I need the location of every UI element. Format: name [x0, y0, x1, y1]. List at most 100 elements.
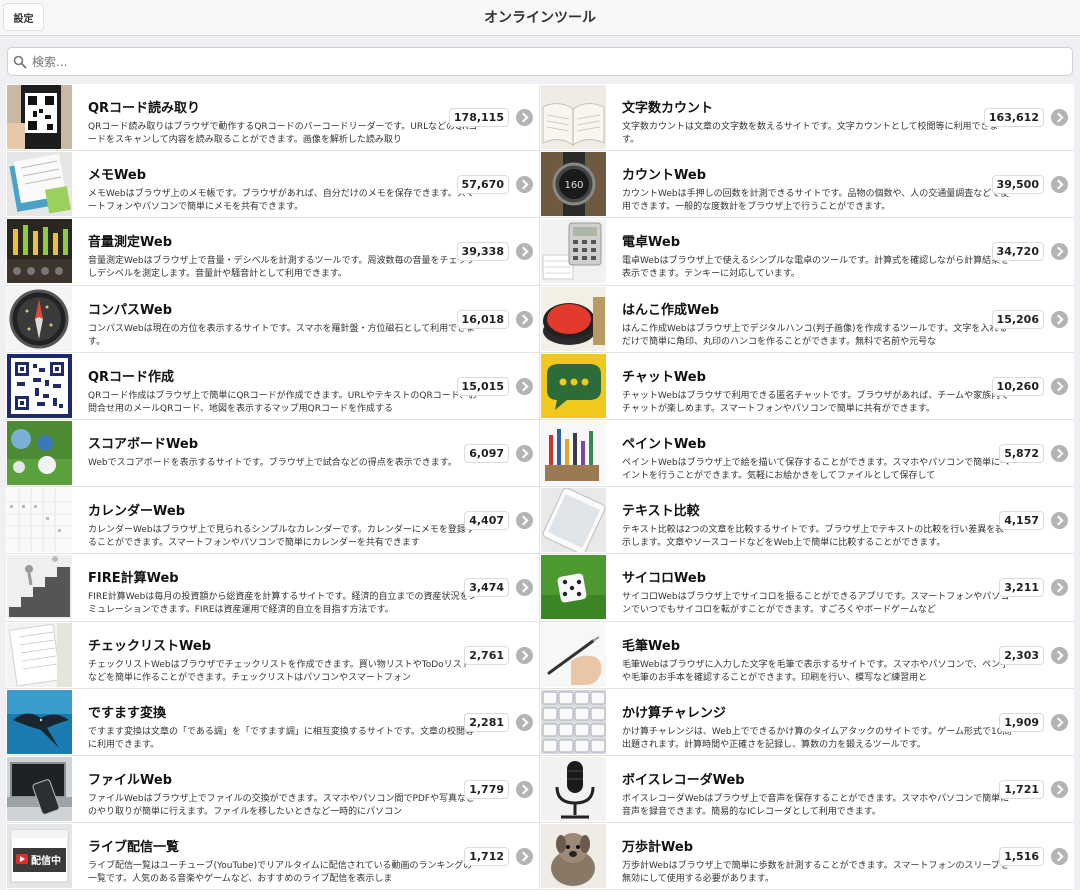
manta-ray-icon	[7, 689, 72, 754]
count-badge: 10,260	[991, 376, 1044, 396]
chevron-right-icon[interactable]	[1051, 243, 1068, 261]
tool-list-item[interactable]: 万歩計Web 万歩計Webはブラウザ上で簡単に歩数を計測することができます。スマー…	[540, 823, 1074, 890]
tool-list-item[interactable]: ファイルWeb ファイルWebはブラウザ上でファイルの交換ができます。スマホやパソ…	[6, 755, 540, 824]
open-book-icon	[541, 85, 606, 149]
tool-list-item[interactable]: かけ算チャレンジかけ算チャレンジは、Web上でできるかけ算のタイムアタックのサイ…	[540, 688, 1074, 756]
tool-title: 万歩計Web	[622, 840, 693, 856]
chevron-right-icon[interactable]	[1051, 848, 1068, 866]
laptop-phone-icon	[7, 756, 72, 821]
tool-list-item[interactable]: FIRE計算Web FIRE計算Webは毎月の投資額から総資産を計算するサイトです…	[6, 554, 540, 622]
chevron-right-icon[interactable]	[516, 848, 533, 866]
tool-list-item[interactable]: QRコード作成 QRコード作成はブラウザ上で簡単にQRコードが作成できます。URL…	[6, 352, 540, 420]
tool-list-item[interactable]: ペイントWeb ペイントWebはブラウザ上で絵を描いて保存することができます。スマ…	[540, 419, 1074, 488]
chevron-right-icon[interactable]	[516, 444, 533, 462]
chevron-right-icon[interactable]	[516, 646, 533, 664]
tool-description: ファイルWebはブラウザ上でファイルの交換ができます。スマホやパソコン間でPDF…	[88, 793, 475, 817]
compass-icon	[7, 286, 72, 351]
tool-description: かけ算チャレンジは、Web上でできるかけ算のタイムアタックのサイトです。ゲーム形…	[622, 726, 1012, 750]
count-badge: 1,712	[464, 847, 509, 867]
tool-list-item[interactable]: 音量測定Web 音量測定Webはブラウザ上で音量・デシベルを計測するツールです。周…	[6, 218, 540, 286]
dog-icon	[541, 824, 606, 889]
tool-description: ボイスレコーダWebはブラウザ上で音声を保存することができます。スマホやパソコン…	[622, 793, 1010, 817]
chevron-right-icon[interactable]	[516, 713, 533, 731]
chevron-right-icon[interactable]	[1051, 579, 1068, 597]
count-badge: 2,281	[464, 712, 509, 732]
tool-list-item[interactable]: 160 カウントWeb カウントWebは手押しの回数を計測できるサイトです。品物の個…	[540, 151, 1074, 219]
tool-description: はんこ作成Webはブラウザ上でデジタルハンコ(判子画像)を作成するツールです。文…	[622, 323, 1008, 347]
chevron-right-icon[interactable]	[516, 243, 533, 261]
count-badge: 34,720	[991, 242, 1044, 262]
search-bar[interactable]	[7, 47, 1073, 76]
tool-description: チェックリストWebはブラウザでチェックリストを作成できます。買い物リストやTo…	[88, 659, 471, 683]
tool-list-item[interactable]: テキスト比較 テキスト比較は2つの文章を比較するサイトです。ブラウザ上でテキストの…	[540, 487, 1074, 555]
tool-title: ライブ配信一覧	[88, 840, 180, 856]
chevron-right-icon[interactable]	[1051, 377, 1068, 395]
tool-title: スコアボードWeb	[88, 436, 198, 452]
tool-list-item[interactable]: カレンダーWeb カレンダーWebはブラウザ上で見られるシンプルなカレンダーです。…	[6, 487, 540, 555]
tool-list-item[interactable]: はんこ作成Web はんこ作成Webはブラウザ上でデジタルハンコ(判子画像)を作成す…	[540, 285, 1074, 353]
count-badge: 2,303	[999, 645, 1044, 665]
settings-button[interactable]: 設定	[3, 3, 44, 31]
chevron-right-icon[interactable]	[516, 579, 533, 597]
tool-description: コンパスWebは現在の方位を表示するサイトです。スマホを羅針盤・方位磁石として利…	[88, 323, 476, 347]
tool-title: QRコード作成	[88, 369, 175, 385]
tool-description: カウントWebは手押しの回数を計測できるサイトです。品物の個数や、人の交通量調査…	[622, 189, 1010, 213]
count-badge: 15,206	[991, 309, 1044, 329]
chevron-right-icon[interactable]	[1051, 713, 1068, 731]
search-input[interactable]	[32, 51, 1062, 73]
chevron-right-icon[interactable]	[516, 176, 533, 194]
tool-list-item[interactable]: サイコロWeb サイコロWebはブラウザ上でサイコロを振ることができるアプリです。…	[540, 554, 1074, 622]
tool-list-item[interactable]: チャットWeb チャットWebはブラウザで利用できる匿名チャットです。ブラウザがあ…	[540, 352, 1074, 420]
chevron-right-icon[interactable]	[516, 780, 533, 798]
tool-list-item[interactable]: 配信中 ライブ配信一覧ライブ配信一覧はユーチューブ(YouTube)でリアルタイム…	[6, 823, 540, 890]
chevron-right-icon[interactable]	[1051, 310, 1068, 328]
tool-list-item[interactable]: スコアボードWeb Webでスコアボードを表示するサイトです。ブラウザ上で試合など…	[6, 419, 540, 488]
tool-title: ですます変換	[88, 705, 167, 721]
chevron-right-icon[interactable]	[516, 109, 533, 126]
notebook-icon	[7, 152, 72, 217]
stamp-pad-icon	[541, 286, 606, 351]
tool-title: 音量測定Web	[88, 235, 172, 251]
count-badge: 3,211	[999, 578, 1044, 598]
count-badge: 39,338	[456, 242, 509, 262]
chevron-right-icon[interactable]	[516, 512, 533, 530]
paint-brushes-icon	[541, 420, 606, 485]
tool-title: チェックリストWeb	[88, 638, 211, 654]
chevron-right-icon[interactable]	[1051, 176, 1068, 194]
tool-title: ペイントWeb	[622, 436, 706, 452]
calendar-icon	[7, 488, 72, 553]
count-badge: 57,670	[456, 175, 509, 195]
chevron-right-icon[interactable]	[516, 310, 533, 328]
tool-list-item[interactable]: メモWeb メモWebはブラウザ上のメモ帳です。ブラウザがあれば、自分だけのメモを…	[6, 151, 540, 219]
keypad-icon	[541, 689, 606, 754]
tool-list-item[interactable]: コンパスWeb コンパスWebは現在の方位を表示するサイトです。スマホを羅針盤・方…	[6, 285, 540, 353]
chevron-right-icon[interactable]	[1051, 512, 1068, 530]
chevron-right-icon[interactable]	[1051, 109, 1068, 126]
tool-list-item[interactable]: チェックリストWeb チェックリストWebはブラウザでチェックリストを作成できます…	[6, 621, 540, 689]
tool-list-item[interactable]: ボイスレコーダWeb ボイスレコーダWebはブラウザ上で音声を保存することができま…	[540, 755, 1074, 824]
tool-title: ファイルWeb	[88, 772, 172, 788]
page-title: オンラインツール	[484, 10, 596, 26]
navigation-bar: 設定 オンラインツール	[0, 0, 1080, 36]
dice-icon	[541, 555, 606, 620]
count-badge: 39,500	[991, 175, 1044, 195]
tool-list-item[interactable]: QRコード読み取り QRコード読み取りはブラウザで動作するQRコードのバーコードリ…	[6, 84, 540, 152]
tool-description: FIRE計算Webは毎月の投資額から総資産を計算するサイトです。経済的自立までの…	[88, 592, 478, 616]
tool-list-item[interactable]: ですます変換 ですます変換は文章の「である調」を「ですます調」に相互変換するサイト…	[6, 688, 540, 756]
thumbnail-label: 配信中	[31, 854, 61, 867]
chevron-right-icon[interactable]	[1051, 780, 1068, 798]
tool-description: チャットWebはブラウザで利用できる匿名チャットです。ブラウザがあれば、チームや…	[622, 390, 1010, 414]
tool-description: ライブ配信一覧はユーチューブ(YouTube)でリアルタイムに配信されている動画…	[88, 861, 473, 885]
tool-list-item[interactable]: 電卓Web 電卓Webはブラウザ上で使えるシンプルな電卓のツールです。計算式を確認…	[540, 218, 1074, 286]
tool-list-item[interactable]: 文字数カウント 文字数カウントは文章の文字数を数えるサイトです。文字カウントとして…	[540, 84, 1074, 152]
chevron-right-icon[interactable]	[516, 377, 533, 395]
tool-title: 文字数カウント	[622, 101, 714, 116]
tool-list-item[interactable]: 毛筆Web 毛筆Webはブラウザに入力した文字を毛筆で表示するサイトです。スマホや…	[540, 621, 1074, 689]
tool-title: チャットWeb	[622, 369, 706, 385]
count-badge: 16,018	[456, 309, 509, 329]
count-badge: 2,761	[464, 645, 509, 665]
chevron-right-icon[interactable]	[1051, 444, 1068, 462]
chevron-right-icon[interactable]	[1051, 646, 1068, 664]
tool-title: かけ算チャレンジ	[622, 705, 726, 721]
count-badge: 15,015	[456, 376, 509, 396]
